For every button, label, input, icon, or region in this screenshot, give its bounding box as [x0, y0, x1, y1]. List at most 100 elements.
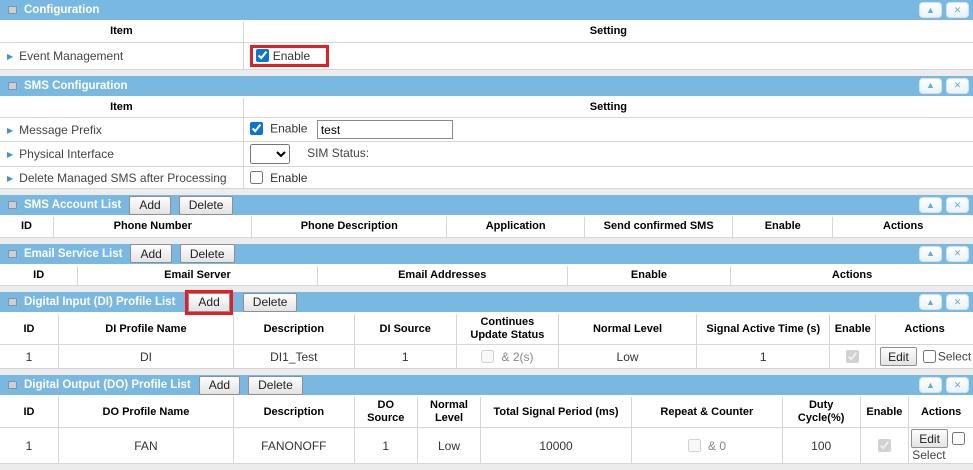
row-arrow-icon: ▶ [7, 52, 13, 61]
close-panel-button[interactable]: ✕ [946, 377, 969, 393]
di-profile-list-header: Digital Input (DI) Profile List Add Dele… [0, 292, 973, 314]
email-service-delete-button[interactable]: Delete [180, 244, 235, 263]
di-profile-list-title: Digital Input (DI) Profile List [24, 296, 175, 308]
table-row-physical-interface: ▶ Physical Interface SIM Status: [0, 142, 973, 167]
collapse-panel-button[interactable]: ▲ [919, 78, 942, 94]
panel-email-service-list: Email Service List Add Delete ▲ ✕ ID Ema… [0, 244, 973, 287]
collapse-panel-button[interactable]: ▲ [919, 246, 942, 262]
panel-sms-configuration: SMS Configuration ▲ ✕ Item Setting ▶Mess… [0, 76, 973, 190]
column-header: Send confirmed SMS [585, 217, 733, 237]
column-header: Email Addresses [317, 266, 567, 286]
collapse-panel-button[interactable]: ▲ [919, 2, 942, 18]
do-select-checkbox[interactable] [952, 432, 965, 445]
configuration-table: Item Setting ▶Event Management Enable [0, 22, 973, 70]
di-profile-add-button[interactable]: Add [188, 293, 229, 312]
di-profile-list-table: ID DI Profile Name Description DI Source… [0, 314, 973, 369]
close-icon: ✕ [954, 6, 962, 15]
close-panel-button[interactable]: ✕ [946, 78, 969, 94]
up-arrow-icon: ▲ [926, 201, 935, 210]
configuration-title: Configuration [24, 4, 99, 16]
column-header: DI Profile Name [58, 314, 233, 345]
sms-configuration-title: SMS Configuration [24, 80, 128, 92]
email-service-add-button[interactable]: Add [130, 244, 171, 263]
message-prefix-enable-checkbox[interactable] [250, 122, 263, 135]
close-icon: ✕ [954, 298, 962, 307]
up-arrow-icon: ▲ [926, 249, 935, 258]
column-header: Description [234, 397, 355, 428]
column-header: Continues Update Status [456, 314, 558, 345]
column-header: Normal Level [558, 314, 696, 345]
di-select-label: Select [938, 350, 971, 364]
enable-label: Enable [270, 171, 307, 185]
column-header: DI Source [354, 314, 456, 345]
physical-interface-select[interactable] [250, 144, 290, 164]
column-header: Total Signal Period (ms) [481, 397, 632, 428]
do-profile-add-button[interactable]: Add [199, 376, 240, 395]
column-header: Enable [567, 266, 730, 286]
di-signal-active-time: 1 [697, 345, 830, 369]
close-icon: ✕ [954, 249, 962, 258]
highlight-box: Add [185, 290, 232, 315]
di-continues-update-checkbox [481, 350, 494, 363]
di-enable-checkbox [846, 350, 859, 363]
column-header-setting: Setting [243, 22, 973, 42]
up-arrow-icon: ▲ [926, 298, 935, 307]
close-panel-button[interactable]: ✕ [946, 246, 969, 262]
email-service-list-header: Email Service List Add Delete ▲ ✕ [0, 244, 973, 266]
panel-configuration: Configuration ▲ ✕ Item Setting ▶Event Ma… [0, 0, 973, 70]
column-header: Signal Active Time (s) [697, 314, 830, 345]
sms-account-delete-button[interactable]: Delete [179, 196, 234, 215]
panel-collapse-icon [8, 250, 17, 258]
panel-collapse-icon [8, 381, 17, 389]
di-source: 1 [354, 345, 456, 369]
do-profile-row: 1 FAN FANONOFF 1 Low 10000 & 0 100 Edit … [0, 428, 973, 464]
panel-collapse-icon [8, 82, 17, 90]
di-profile-row: 1 DI DI1_Test 1 & 2(s) Low 1 EditSelect [0, 345, 973, 369]
up-arrow-icon: ▲ [926, 381, 935, 390]
configuration-header: Configuration ▲ ✕ [0, 0, 973, 22]
event-management-enable-checkbox[interactable] [256, 49, 269, 62]
highlight-box: Enable [250, 45, 329, 67]
di-normal-level: Low [558, 345, 696, 369]
sms-account-list-header: SMS Account List Add Delete ▲ ✕ [0, 195, 973, 217]
di-select-checkbox[interactable] [923, 350, 936, 363]
table-row-message-prefix: ▶Message Prefix Enable [0, 118, 973, 142]
do-normal-level: Low [417, 428, 480, 464]
close-panel-button[interactable]: ✕ [946, 197, 969, 213]
email-service-list-title: Email Service List [24, 248, 122, 260]
panel-di-profile-list: Digital Input (DI) Profile List Add Dele… [0, 292, 973, 369]
panel-collapse-icon [8, 201, 17, 209]
sms-configuration-table: Item Setting ▶Message Prefix Enable ▶Phy… [0, 98, 973, 190]
do-source: 1 [354, 428, 417, 464]
do-select-label: Select [912, 448, 971, 462]
di-edit-button[interactable]: Edit [880, 347, 917, 366]
column-header: Phone Number [54, 217, 252, 237]
sms-configuration-header: SMS Configuration ▲ ✕ [0, 76, 973, 98]
message-prefix-input[interactable] [317, 120, 453, 139]
delete-managed-sms-label: Delete Managed SMS after Processing [19, 171, 226, 185]
di-profile-delete-button[interactable]: Delete [243, 293, 298, 312]
do-profile-list-table: ID DO Profile Name Description DO Source… [0, 397, 973, 464]
column-header: Enable [860, 397, 909, 428]
delete-managed-sms-enable-checkbox[interactable] [250, 171, 263, 184]
do-profile-name: FAN [58, 428, 233, 464]
column-header: Normal Level [417, 397, 480, 428]
close-panel-button[interactable]: ✕ [946, 294, 969, 310]
di-continues-update-value: & 2(s) [502, 350, 534, 364]
sms-account-add-button[interactable]: Add [129, 196, 170, 215]
row-arrow-icon: ▶ [7, 150, 13, 159]
collapse-panel-button[interactable]: ▲ [919, 197, 942, 213]
do-total-signal-period: 10000 [481, 428, 632, 464]
column-header: Enable [733, 217, 833, 237]
collapse-panel-button[interactable]: ▲ [919, 377, 942, 393]
column-header: ID [0, 266, 78, 286]
do-repeat-counter-checkbox [688, 439, 701, 452]
collapse-panel-button[interactable]: ▲ [919, 294, 942, 310]
column-header-item: Item [0, 98, 243, 118]
panel-sms-account-list: SMS Account List Add Delete ▲ ✕ ID Phone… [0, 195, 973, 238]
sim-status-label: SIM Status: [307, 146, 369, 160]
do-profile-delete-button[interactable]: Delete [248, 376, 303, 395]
close-panel-button[interactable]: ✕ [946, 2, 969, 18]
row-arrow-icon: ▶ [7, 126, 13, 135]
physical-interface-label: Physical Interface [19, 147, 114, 161]
